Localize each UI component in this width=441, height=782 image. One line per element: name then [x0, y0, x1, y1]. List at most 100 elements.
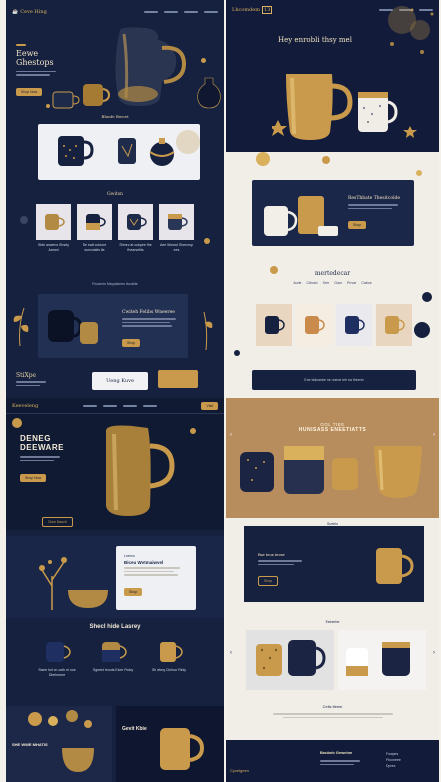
s3r-product[interactable] — [296, 304, 332, 346]
s2r-title: ResThbate Thesitcolde — [348, 196, 401, 201]
product-caption: Aee Wowrd Shmcrop ees — [159, 243, 193, 252]
s3r-product-grid — [256, 304, 412, 346]
right-section-7: Esinerbe ‹ › — [226, 618, 439, 702]
s5-pill[interactable]: Ueng Kuve — [92, 372, 148, 390]
s5r-title-2: HUNISASS ENEETIATTS — [298, 427, 367, 433]
right-site-mockup: Lhcomdem 13 Hey enrobli thsy mel ResThba… — [226, 0, 439, 782]
mug-image — [85, 214, 106, 230]
right-section-3: mertedecar Aurie Cthosh Srer Gaor Prnoe … — [226, 256, 439, 366]
s8-caption: Sgnest hrouts Eicer Rnicy — [92, 668, 134, 672]
s8-product-row: Swee hol vn ooth el ooe Dbelrorme Sgnest… — [36, 638, 190, 677]
mug-image — [46, 642, 71, 662]
right-brand[interactable]: Lhcomdem 13 — [232, 6, 273, 14]
s5-pill-title: Ueng Kuve — [106, 378, 134, 384]
s4-kicker: Rnoxmis Mepptaines ticoalite — [92, 282, 138, 286]
left-section-7: Lnerco Biceu Wvtmaiwvel Shop — [6, 536, 224, 618]
gold-cup-image — [160, 728, 205, 770]
s6r-title: Bwr brus brcse — [258, 552, 285, 557]
product-card[interactable]: Shmrv at cubpee fhe fhearsetits — [118, 204, 153, 252]
tree-and-bowl-image — [39, 557, 108, 610]
s2-title: Bhmfe Bweet — [101, 114, 129, 119]
mug-image — [126, 214, 147, 230]
collage-page: ☕ Ceve Hing Eewe Ghestops Shop Now Bhmfe … — [0, 0, 441, 782]
mug-image — [102, 642, 127, 662]
dark-mugs-image — [48, 310, 98, 344]
hero-title: Eewe Ghestops — [16, 48, 54, 67]
tab[interactable]: Cthosh — [307, 281, 318, 285]
s6-title-1: DENEG — [20, 434, 51, 443]
chevron-right-icon[interactable]: › — [433, 432, 435, 438]
right-section-8: Celis ifeem — [226, 702, 439, 738]
product-card[interactable]: Se eatt coloure sunvoiaits tie — [77, 204, 112, 252]
chevron-right-icon[interactable]: › — [433, 650, 435, 656]
s2r-shop-button[interactable]: Shop — [348, 221, 367, 229]
leaf-icon — [13, 307, 29, 346]
right-section-4: Eoe bdicanbe ne uneoe ieh ea theenh — [226, 366, 439, 398]
mug-image — [160, 642, 183, 662]
s6r-shop-button[interactable]: Shop — [258, 576, 279, 586]
product-card[interactable]: Sbbi anwens Shsrty Aamot — [36, 204, 71, 252]
right-footer: Cyvelgeen Beubeb Geweine Fowpes Ffooneee… — [226, 740, 439, 782]
left-section-9: SHE WWE MHATIS Gevit Kbie — [6, 706, 224, 782]
mug-image — [305, 316, 325, 334]
s4r-bar: Eoe bdicanbe ne uneoe ieh ea theenh — [252, 370, 416, 390]
s3r-title: mertedecar — [314, 270, 351, 277]
s6-nav[interactable] — [82, 404, 157, 407]
footer-links: Fowpes Ffooneee Dpres — [386, 752, 401, 768]
tab[interactable]: Srer — [323, 281, 330, 285]
s7r-card-1[interactable] — [246, 630, 334, 690]
s2r-banner: ResThbate Thesitcolde Shop — [252, 180, 414, 246]
s4-shop-button[interactable]: Shop — [122, 338, 141, 347]
mug-image — [265, 316, 285, 334]
s3-title: Gwitsn — [107, 192, 123, 197]
s8-product[interactable]: Sgnest hrouts Eicer Rnicy — [92, 638, 134, 677]
footer-brand[interactable]: Cyvelgeen — [230, 768, 249, 773]
s6-secondary-button[interactable]: Clow Dauch — [42, 517, 73, 527]
tab[interactable]: Prnoe — [347, 281, 356, 285]
s6-brand[interactable]: Keeveleng — [12, 403, 38, 409]
chevron-left-icon[interactable]: ‹ — [230, 432, 232, 438]
s9-left-panel: SHE WWE MHATIS — [6, 706, 112, 782]
left-section-5: StiXpe Ueng Kuve — [6, 366, 224, 402]
right-hero-title: Hey enrobli thsy mel — [278, 36, 352, 44]
gold-pitcher-image — [106, 425, 175, 516]
mug-image — [44, 214, 65, 230]
tab[interactable]: Caboe — [361, 281, 371, 285]
footer-link[interactable]: Fowpes — [386, 752, 401, 756]
s5-left-title: StiXpe — [16, 372, 37, 379]
left-brand[interactable]: ☕ Ceve Hing — [12, 9, 47, 15]
left-header: ☕ Ceve Hing — [6, 4, 224, 20]
s3r-product[interactable] — [256, 304, 292, 346]
chevron-left-icon[interactable]: ‹ — [230, 650, 232, 656]
right-section-5: GOL TIEE HUNISASS ENEETIATTS ‹ › — [226, 398, 439, 518]
tab[interactable]: Aurie — [293, 281, 301, 285]
s8-caption: Sh ebeq Cinfoor Rinly — [151, 668, 187, 672]
footer-link[interactable]: Ffooneee — [386, 758, 401, 762]
s5-gold-block — [158, 370, 198, 388]
s4-title: Cwiteh Felibs Wneeree — [122, 310, 175, 315]
s7-title: Biceu Wvtmaiwvel — [124, 560, 164, 565]
product-card[interactable]: Aee Wowrd Shmcrop ees — [159, 204, 194, 252]
s7-kicker: Lnerco — [124, 554, 135, 558]
hero-mugs-image — [272, 74, 417, 140]
s7-shop-button[interactable]: Shop — [124, 587, 143, 596]
left-section-8: Shecl hide Lasrey Swee hol vn ooth el oo… — [6, 618, 224, 704]
mug-lineup-image — [240, 446, 422, 498]
left-section-4: Rnoxmis Mepptaines ticoalite Cwiteh Feli… — [6, 280, 224, 366]
hero-shop-button[interactable]: Shop Now — [16, 87, 43, 96]
right-section-6: Sueblo Bwr brus brcse Shop — [226, 518, 439, 618]
left-nav[interactable] — [144, 11, 218, 13]
tab[interactable]: Gaor — [334, 281, 342, 285]
s8-product[interactable]: Sh ebeq Cinfoor Rinly — [148, 638, 190, 677]
s8-product[interactable]: Swee hol vn ooth el ooe Dbelrorme — [36, 638, 78, 677]
s9-right-panel: Gevit Kbie — [116, 706, 224, 782]
white-gold-mugs-image — [346, 642, 410, 676]
s3r-product[interactable] — [376, 304, 412, 346]
s6-shop-button[interactable]: Shop Now — [20, 474, 47, 482]
footer-title: Beubeb Geweine — [320, 750, 353, 755]
s7r-card-2[interactable] — [338, 630, 426, 690]
s3r-product[interactable] — [336, 304, 372, 346]
s6-header-button[interactable]: Visit — [201, 401, 218, 410]
banner-mugs-image — [264, 196, 338, 236]
footer-link[interactable]: Dpres — [386, 764, 401, 768]
